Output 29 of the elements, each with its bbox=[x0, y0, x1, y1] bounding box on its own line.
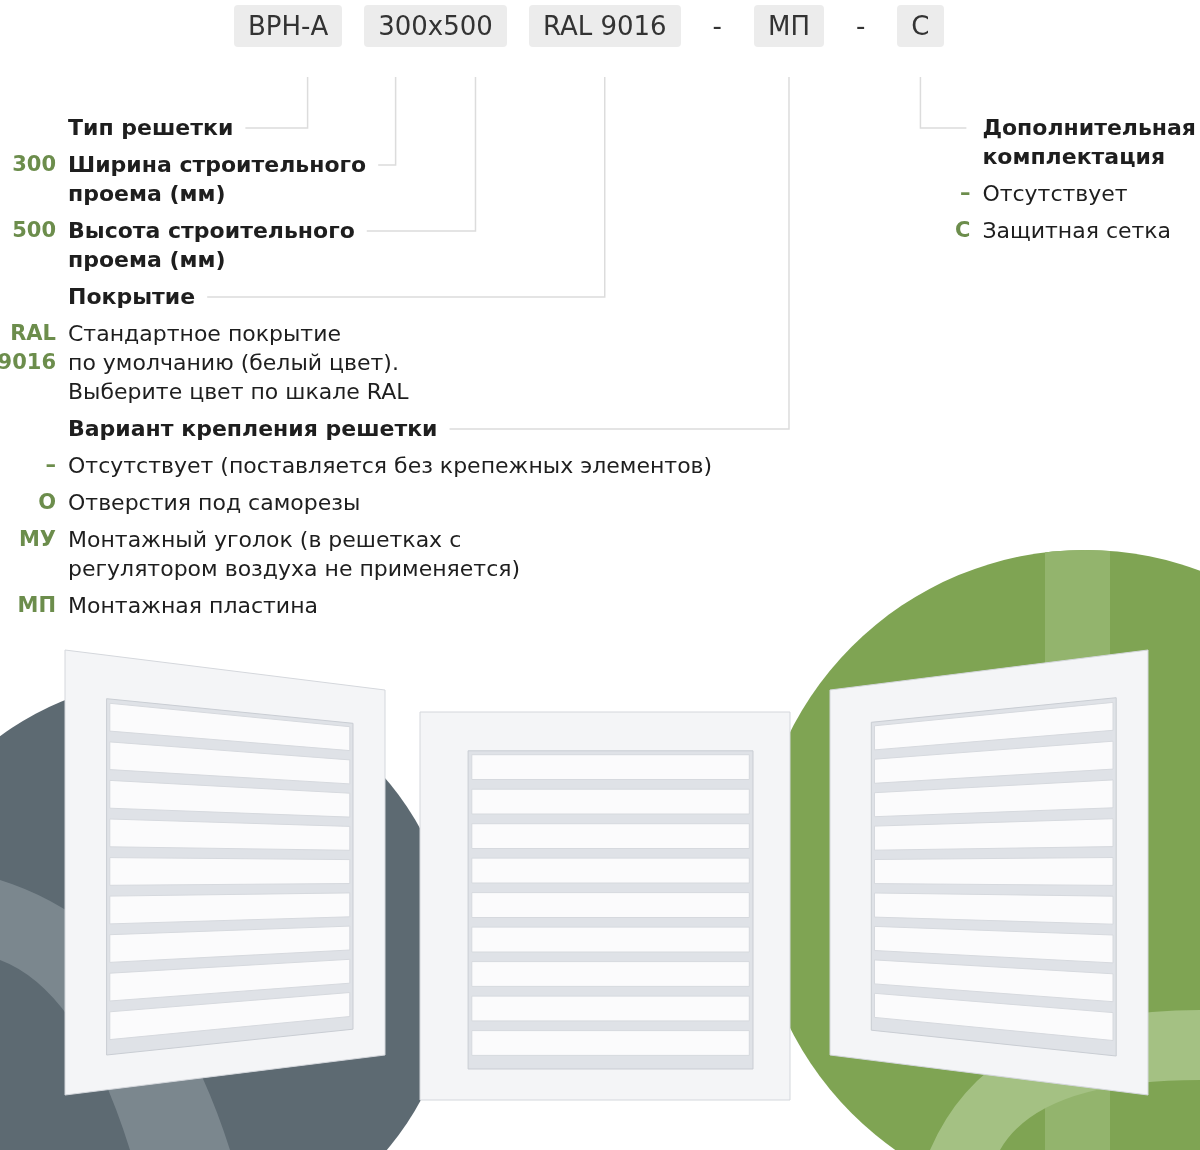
option-code: 300 bbox=[12, 151, 56, 178]
option-description: Отсутствует bbox=[982, 180, 1128, 208]
option-code: – bbox=[959, 180, 971, 207]
leader-line bbox=[919, 76, 968, 129]
section-heading: Вариант крепления решетки bbox=[68, 415, 438, 443]
code-segment: ВРН-А bbox=[234, 5, 343, 47]
code-segment: С bbox=[897, 5, 944, 47]
code-segment: 300x500 bbox=[364, 5, 507, 47]
option-description: Монтажный уголок (в решетках с регулятором воздуха не применяется) bbox=[68, 526, 521, 583]
section-heading: Дополнительная комплектация bbox=[982, 114, 1196, 171]
option-code: МП bbox=[17, 592, 56, 619]
option-code: О bbox=[38, 489, 56, 516]
option-description: Защитная сетка bbox=[982, 217, 1172, 245]
option-description: Монтажная пластина bbox=[68, 592, 319, 620]
option-description: Стандартное покрытие по умолчанию (белый цвет). Выберите цвет по шкале RAL bbox=[68, 320, 409, 406]
code-segment: RAL 9016 bbox=[528, 5, 681, 47]
option-code: МУ bbox=[18, 526, 56, 553]
option-description: Отверстия под саморезы bbox=[68, 489, 361, 517]
section-heading: Ширина строительного проема (мм) bbox=[68, 151, 367, 208]
option-code: 500 bbox=[12, 217, 56, 244]
code-segment: МП bbox=[754, 5, 824, 47]
code-separator: - bbox=[711, 11, 723, 41]
option-code: С bbox=[954, 217, 971, 244]
section-heading: Высота строительного проема (мм) bbox=[68, 217, 355, 274]
option-code: – bbox=[45, 452, 56, 479]
section-heading: Тип решетки bbox=[68, 114, 234, 142]
code-separator: - bbox=[854, 11, 867, 41]
option-description: Отсутствует (поставляется без крепежных элементов) bbox=[68, 452, 713, 480]
section-heading: Покрытие bbox=[68, 283, 196, 311]
